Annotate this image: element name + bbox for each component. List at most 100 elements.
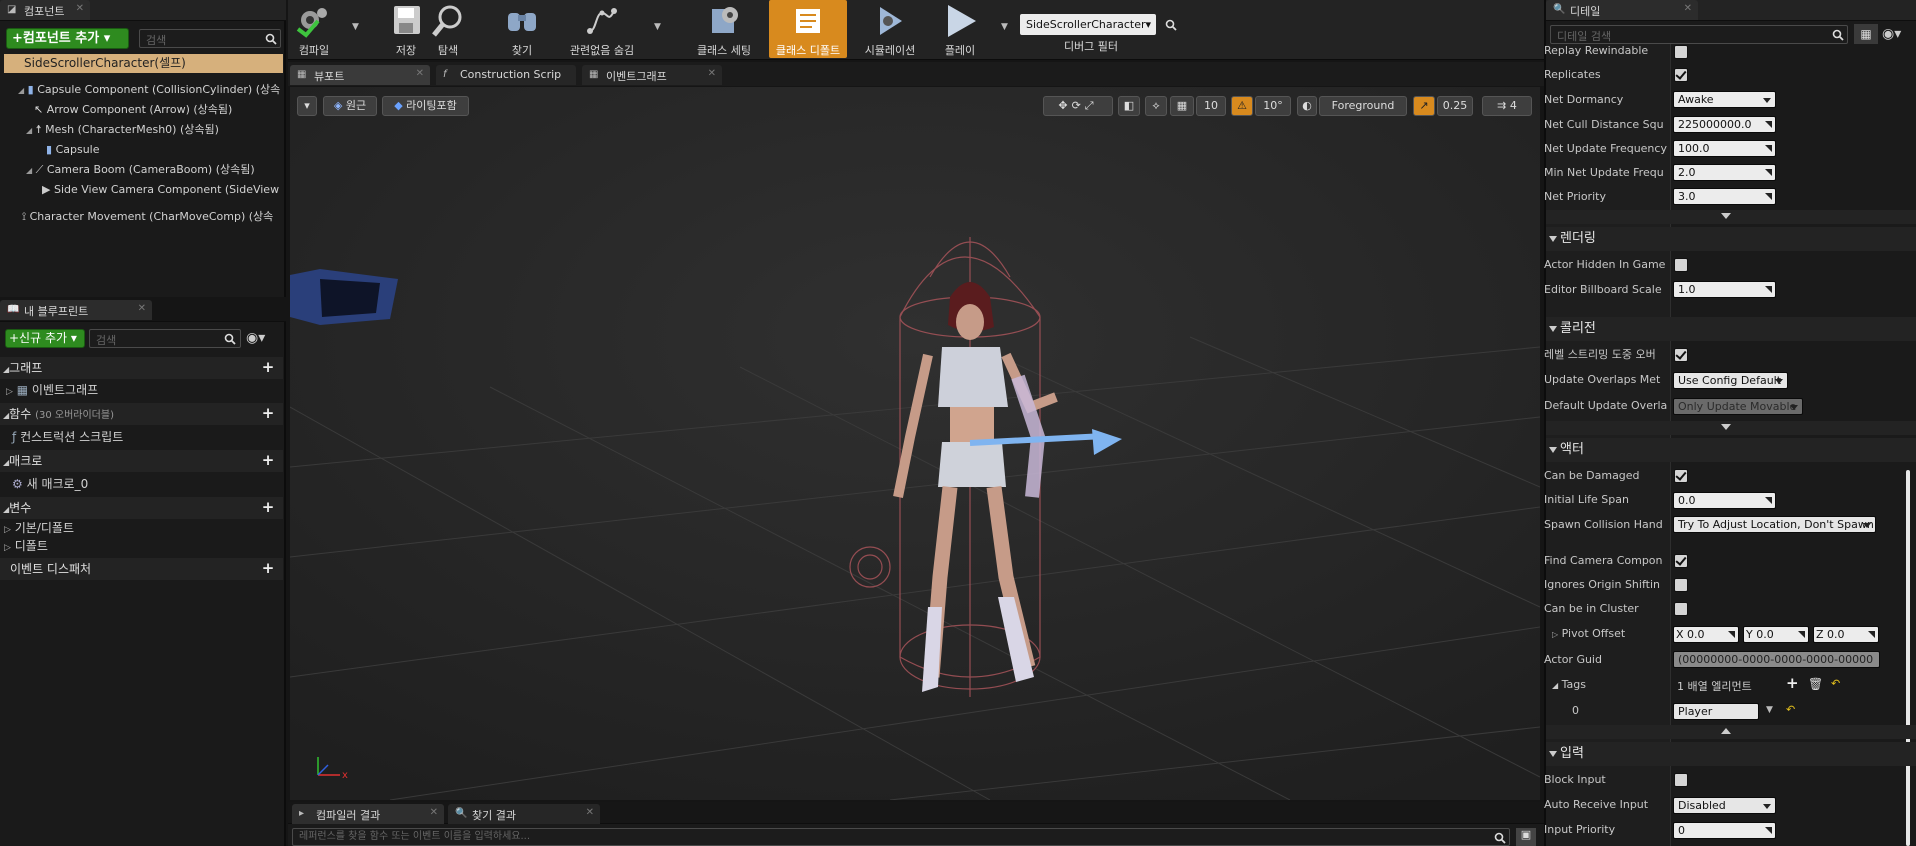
expand-arrow-icon[interactable]: ▷ — [4, 543, 11, 553]
net-cull-distance-field[interactable]: 225000000.0 — [1673, 116, 1776, 133]
expand-arrow-icon[interactable]: ◢ — [26, 166, 32, 175]
play-dropdown-icon[interactable]: ▼ — [1001, 22, 1008, 32]
hide-unrelated-dropdown-icon[interactable]: ▼ — [654, 22, 661, 32]
tab-construction-script[interactable]: f Construction Scrip — [436, 65, 576, 85]
tab-viewport[interactable]: ▦ 뷰포트 ✕ — [290, 65, 430, 85]
viewport-options-button[interactable]: ▾ — [297, 96, 317, 116]
section-event-dispatchers[interactable]: 이벤트 디스패처 + — [0, 558, 283, 580]
find-results-search-input[interactable]: 레퍼런스를 찾을 함수 또는 이벤트 이름을 입력하세요... — [292, 828, 1510, 846]
spin-handle-icon[interactable] — [1765, 827, 1772, 834]
grid-icon[interactable]: ▦ — [1170, 96, 1194, 116]
min-net-update-frequency-field[interactable]: 2.0 — [1673, 164, 1776, 181]
lit-mode-button[interactable]: ◆ 라이팅포함 — [382, 96, 469, 116]
close-icon[interactable]: ✕ — [586, 807, 594, 818]
category-actor[interactable]: 액터 — [1546, 438, 1916, 462]
expand-arrow-icon[interactable]: ▷ — [1552, 630, 1558, 639]
update-overlaps-select[interactable]: Use Config Default — [1673, 372, 1788, 389]
layer-icon[interactable]: ◐ — [1297, 96, 1317, 116]
surface-snap-button[interactable]: ◧ — [1118, 96, 1140, 116]
compile-button[interactable]: 컴파일 — [292, 0, 336, 58]
ignores-origin-checkbox[interactable] — [1674, 578, 1688, 592]
billboard-scale-field[interactable]: 1.0 — [1673, 281, 1776, 298]
scale-snap-value[interactable]: 0.25 — [1437, 96, 1473, 116]
net-update-frequency-field[interactable]: 100.0 — [1673, 140, 1776, 157]
prop-tags-label[interactable]: ◢ Tags — [1552, 673, 1682, 697]
perspective-button[interactable]: ◈ 원근 — [323, 96, 377, 116]
reset-to-default-icon[interactable]: ↶ — [1831, 677, 1840, 690]
hide-unrelated-button[interactable]: 관련없음 숨김 — [564, 0, 640, 58]
section-functions[interactable]: ◢함수 (30 오버라이더블) + — [0, 403, 283, 425]
spin-handle-icon[interactable] — [1765, 121, 1772, 128]
spin-handle-icon[interactable] — [1798, 631, 1805, 638]
spin-handle-icon[interactable] — [1728, 631, 1735, 638]
viewport[interactable]: x — [290, 87, 1540, 800]
initial-life-span-field[interactable]: 0.0 — [1673, 492, 1776, 509]
camera-speed-button[interactable]: ⇉ 4 — [1482, 96, 1532, 116]
close-icon[interactable]: ✕ — [1684, 3, 1692, 14]
section-variables[interactable]: ◢변수 + — [0, 497, 283, 519]
component-root-row[interactable]: SideScrollerCharacter(셀프) — [4, 54, 283, 73]
search-icon[interactable] — [1494, 832, 1506, 844]
close-icon[interactable]: ✕ — [430, 807, 438, 818]
tab-event-graph[interactable]: ▦ 이벤트그래프 ✕ — [582, 65, 722, 85]
advanced-expander-replication[interactable] — [1546, 210, 1916, 224]
add-tag-icon[interactable]: + — [1786, 674, 1799, 692]
category-input[interactable]: 입력 — [1546, 742, 1916, 766]
add-component-button[interactable]: +컴포넌트 추가 ▾ — [6, 28, 129, 49]
view-options-eye-icon[interactable]: ◉▾ — [246, 329, 276, 348]
expand-arrow-icon[interactable]: ◢ — [26, 126, 32, 135]
add-new-button[interactable]: +신규 추가 ▾ — [5, 329, 85, 348]
list-item-new-macro[interactable]: ⚙ 새 매크로_0 — [0, 474, 284, 494]
expand-arrow-icon[interactable]: ▷ — [4, 525, 11, 535]
rotation-snap-value[interactable]: 10° — [1255, 96, 1291, 116]
net-dormancy-select[interactable]: Awake — [1673, 91, 1776, 108]
find-in-all-blueprints-icon[interactable]: ▣ — [1516, 828, 1536, 846]
tag-reset-icon[interactable]: ↶ — [1786, 703, 1795, 716]
tree-item-mesh[interactable]: ◢ ☨ Mesh (CharacterMesh0) (상속됨) — [0, 120, 283, 140]
spin-handle-icon[interactable] — [1868, 631, 1875, 638]
section-macros[interactable]: ◢매크로 + — [0, 450, 283, 472]
simulation-button[interactable]: 시뮬레이션 — [860, 0, 920, 58]
list-item-construction-script[interactable]: ƒ 컨스트럭션 스크립트 — [0, 427, 284, 447]
spin-handle-icon[interactable] — [1765, 193, 1772, 200]
advanced-collapser-actor[interactable] — [1546, 725, 1916, 739]
blueprint-search-input[interactable]: 검색 — [89, 329, 241, 348]
tab-details[interactable]: 🔍 디테일 ✕ — [1546, 0, 1698, 20]
spin-handle-icon[interactable] — [1765, 169, 1772, 176]
block-input-checkbox[interactable] — [1674, 773, 1688, 787]
grid-snap-toggle[interactable]: ⟡ — [1145, 96, 1167, 116]
details-scrollbar[interactable] — [1906, 470, 1910, 846]
layer-select[interactable]: Foreground — [1319, 96, 1407, 116]
tag-0-field[interactable]: Player — [1673, 703, 1759, 720]
close-icon[interactable]: ✕ — [708, 68, 716, 79]
play-button[interactable]: 플레이 — [938, 0, 982, 58]
browse-button[interactable]: 탐색 — [428, 0, 468, 58]
view-options-eye-icon[interactable]: ◉▾ — [1882, 24, 1916, 44]
tab-components[interactable]: ◪ 컴포넌트 ✕ — [0, 0, 90, 20]
pivot-y-field[interactable]: Y 0.0 — [1743, 626, 1809, 643]
pivot-z-field[interactable]: Z 0.0 — [1813, 626, 1879, 643]
find-camera-checkbox[interactable] — [1674, 554, 1688, 568]
tab-my-blueprint[interactable]: 📖 내 블루프린트 ✕ — [0, 300, 152, 320]
prop-pivot-offset-label[interactable]: ▷ Pivot Offset — [1552, 622, 1682, 646]
debug-object-select[interactable]: SideScrollerCharacter▾ — [1020, 14, 1156, 35]
tree-item-character-movement[interactable]: ⟟ Character Movement (CharMoveComp) (상속 — [0, 207, 283, 227]
input-priority-field[interactable]: 0 — [1673, 822, 1776, 839]
delete-tags-icon[interactable]: 🗑 — [1808, 677, 1823, 691]
add-variable-icon[interactable]: + — [261, 500, 275, 515]
close-icon[interactable]: ✕ — [76, 3, 84, 14]
list-item-defaults[interactable]: ▷ 디폴트 — [0, 537, 284, 555]
compile-dropdown-icon[interactable]: ▼ — [352, 22, 359, 32]
transform-tools-group[interactable]: ✥⟳⤢ — [1043, 96, 1113, 116]
tree-item-arrow-component[interactable]: ↖ Arrow Component (Arrow) (상속됨) — [0, 100, 283, 120]
tree-item-camera-boom[interactable]: ◢ ⟋ Camera Boom (CameraBoom) (상속됨) — [0, 160, 283, 180]
spin-handle-icon[interactable] — [1765, 145, 1772, 152]
class-defaults-button[interactable]: 클래스 디폴트 — [769, 0, 847, 58]
find-button[interactable]: 찾기 — [502, 0, 542, 58]
tab-find-results[interactable]: 🔍 찾기 결과 ✕ — [448, 804, 600, 824]
grid-snap-value[interactable]: 10 — [1196, 96, 1226, 116]
level-streaming-overlap-checkbox[interactable] — [1674, 348, 1688, 362]
add-function-icon[interactable]: + — [261, 406, 275, 421]
spawn-collision-select[interactable]: Try To Adjust Location, Don't Spawn — [1673, 516, 1876, 533]
class-settings-button[interactable]: 클래스 세팅 — [694, 0, 754, 58]
